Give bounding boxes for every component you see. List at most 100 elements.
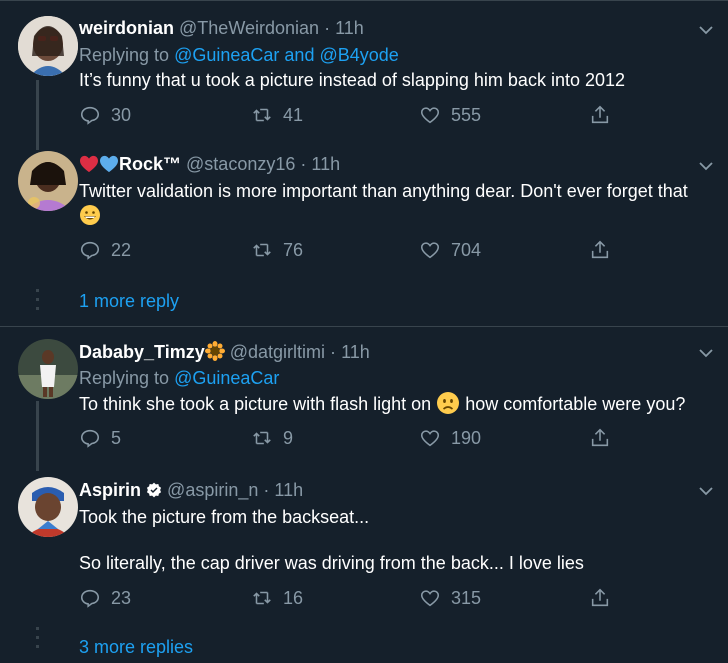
- reply-button[interactable]: 23: [79, 587, 131, 609]
- thread-line: [36, 80, 39, 150]
- red-heart-emoji: [80, 155, 98, 173]
- action-bar: 22 76 704: [79, 239, 619, 265]
- display-name[interactable]: Aspirin: [79, 480, 141, 500]
- user-handle[interactable]: @staconzy16: [186, 154, 295, 174]
- like-button[interactable]: 555: [419, 104, 481, 126]
- avatar[interactable]: [18, 16, 78, 76]
- mention-link[interactable]: @GuineaCar: [174, 368, 279, 388]
- tweet-text: To think she took a picture with flash l…: [79, 391, 685, 417]
- reply-icon: [80, 106, 100, 125]
- separator: ·: [300, 154, 307, 174]
- worried-emoji: [437, 392, 460, 414]
- display-name[interactable]: Dababy_Timzy: [79, 342, 205, 362]
- user-handle[interactable]: @TheWeirdonian: [179, 18, 319, 38]
- tweet-text-emoji: [79, 204, 101, 233]
- share-button[interactable]: [589, 587, 611, 609]
- user-handle[interactable]: @datgirltimi: [230, 342, 325, 362]
- mention-link[interactable]: @B4yode: [319, 45, 398, 65]
- retweet-button[interactable]: 16: [251, 587, 303, 609]
- like-icon: [420, 430, 440, 447]
- tweet-text-line2: So literally, the cap driver was driving…: [79, 553, 584, 573]
- tweet-weirdonian[interactable]: weirdonian @TheWeirdonian · 11h Replying…: [0, 0, 728, 150]
- chevron-down-icon[interactable]: [698, 22, 714, 38]
- tweet-header: Dababy_Timzy @datgirltimi · 11h: [79, 341, 370, 363]
- avatar[interactable]: [18, 477, 78, 537]
- share-icon: [591, 428, 609, 447]
- timestamp[interactable]: 11h: [274, 480, 303, 500]
- retweet-count: 9: [283, 427, 294, 448]
- reply-icon: [80, 589, 100, 608]
- reply-count: 22: [111, 239, 132, 260]
- reply-count: 5: [111, 427, 122, 448]
- retweet-button[interactable]: 76: [251, 239, 303, 261]
- user-handle[interactable]: @aspirin_n: [167, 480, 258, 500]
- verified-badge-icon: [146, 482, 162, 498]
- separator: ·: [330, 342, 337, 362]
- reply-button[interactable]: 22: [79, 239, 131, 261]
- like-icon: [420, 242, 440, 259]
- chevron-down-icon[interactable]: [698, 158, 714, 174]
- display-name[interactable]: weirdonian: [79, 18, 174, 38]
- retweet-count: 16: [283, 587, 304, 608]
- avatar[interactable]: [18, 151, 78, 211]
- retweet-count: 76: [283, 239, 304, 260]
- like-count: 704: [451, 239, 482, 260]
- retweet-icon: [253, 431, 271, 445]
- reply-button[interactable]: 5: [79, 427, 121, 449]
- timestamp[interactable]: 11h: [335, 18, 364, 38]
- like-button[interactable]: 704: [419, 239, 481, 261]
- mention-link[interactable]: @GuineaCar: [174, 45, 279, 65]
- retweet-button[interactable]: 41: [251, 104, 303, 126]
- show-more-replies-link[interactable]: 3 more replies: [79, 637, 193, 658]
- tweet-rock[interactable]: Rock™ @staconzy16 · 11h Twitter validati…: [0, 141, 728, 326]
- like-icon: [420, 107, 440, 124]
- tweet-header: Aspirin @aspirin_n · 11h: [79, 479, 303, 501]
- reply-count: 23: [111, 587, 132, 608]
- share-button[interactable]: [589, 427, 611, 449]
- tweet-text-line1: Took the picture from the backseat...: [79, 507, 370, 527]
- timestamp[interactable]: 11h: [341, 342, 370, 362]
- reply-count: 30: [111, 104, 132, 125]
- tweet-text: It’s funny that u took a picture instead…: [79, 70, 626, 90]
- reply-icon: [80, 429, 100, 448]
- reply-button[interactable]: 30: [79, 104, 131, 126]
- chevron-down-icon[interactable]: [698, 345, 714, 361]
- retweet-icon: [253, 243, 271, 257]
- retweet-icon: [253, 591, 271, 605]
- like-button[interactable]: 315: [419, 587, 481, 609]
- tweet-dababy-timzy[interactable]: Dababy_Timzy @datgirltimi · 11h Replying…: [0, 327, 728, 471]
- like-count: 190: [451, 427, 482, 448]
- retweet-icon: [253, 108, 271, 122]
- retweet-button[interactable]: 9: [251, 427, 293, 449]
- share-icon: [591, 588, 609, 607]
- tweet-aspirin[interactable]: Aspirin @aspirin_n · 11h Took the pictur…: [0, 467, 728, 663]
- share-icon: [591, 105, 609, 124]
- sunflower-emoji: [204, 341, 225, 361]
- thread-dots: [36, 289, 39, 319]
- action-bar: 5 9 190: [79, 427, 619, 453]
- reply-icon: [80, 241, 100, 260]
- replying-to: Replying to @GuineaCar and @B4yode: [79, 45, 399, 65]
- tweet-header: weirdonian @TheWeirdonian · 11h: [79, 17, 364, 39]
- action-bar: 23 16 315: [79, 587, 619, 613]
- thread-dots: [36, 627, 39, 657]
- action-bar: 30 41 555: [79, 104, 619, 130]
- display-name[interactable]: Rock™: [119, 154, 181, 174]
- separator: ·: [324, 18, 331, 38]
- avatar[interactable]: [18, 339, 78, 399]
- share-button[interactable]: [589, 239, 611, 261]
- grinning-emoji: [80, 205, 100, 225]
- tweet-text: Twitter validation is more important tha…: [79, 181, 688, 201]
- like-button[interactable]: 190: [419, 427, 481, 449]
- share-button[interactable]: [589, 104, 611, 126]
- chevron-down-icon[interactable]: [698, 483, 714, 499]
- show-more-replies-link[interactable]: 1 more reply: [79, 291, 179, 312]
- separator: ·: [263, 480, 270, 500]
- like-icon: [420, 590, 440, 607]
- timestamp[interactable]: 11h: [311, 154, 340, 174]
- replying-to: Replying to @GuineaCar: [79, 368, 280, 388]
- tweet-header: Rock™ @staconzy16 · 11h: [79, 153, 340, 175]
- thread-line: [36, 401, 39, 471]
- blue-heart-emoji: [100, 155, 118, 173]
- mention-join: and: [284, 45, 315, 65]
